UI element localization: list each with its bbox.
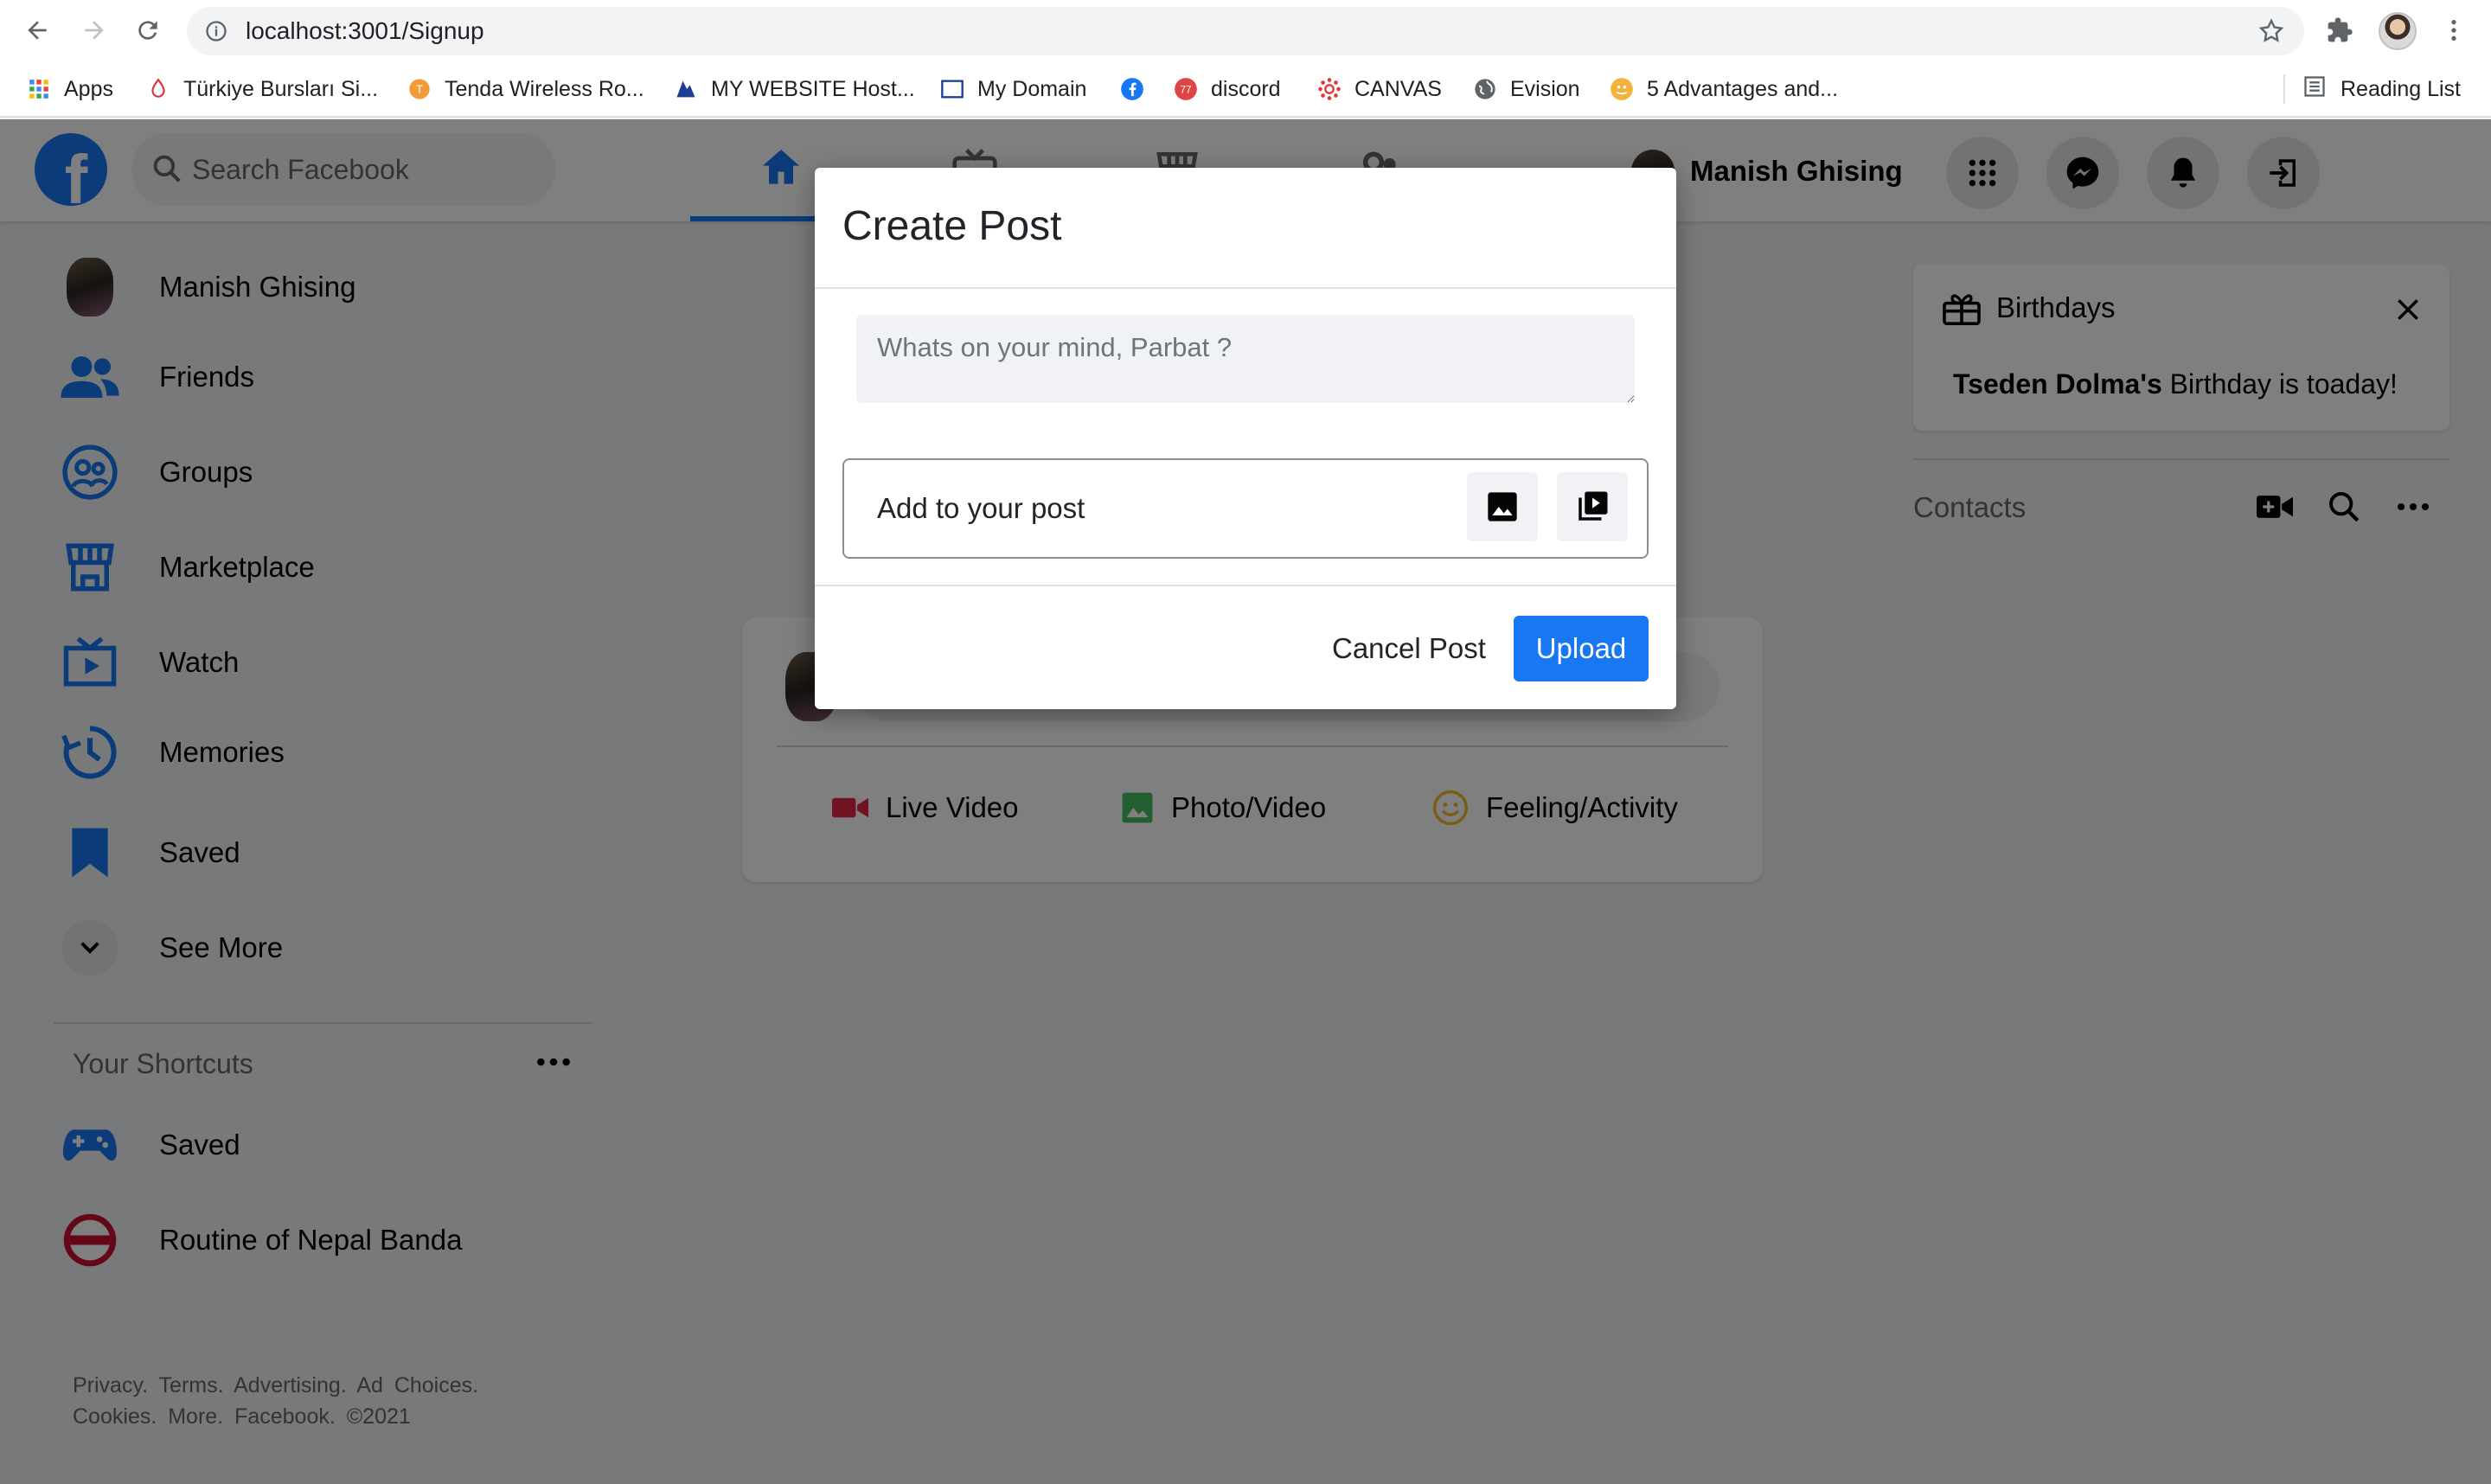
- facebook-icon: [1119, 76, 1145, 102]
- bookmark-evision[interactable]: Evision: [1472, 61, 1580, 118]
- bookmarks-bar: Apps Türkiye Bursları Si... T Tenda Wire…: [0, 61, 2491, 118]
- globe-icon: [1472, 76, 1498, 102]
- modal-divider: [815, 585, 1676, 586]
- add-image-button[interactable]: [1467, 472, 1538, 541]
- bookmark-discord[interactable]: 77 discord: [1173, 61, 1281, 118]
- bookmark-label: 5 Advantages and...: [1647, 76, 1839, 101]
- bookmarks-separator: [2283, 74, 2285, 104]
- modal-divider: [815, 287, 1676, 289]
- bookmark-turkiye-burslari[interactable]: Türkiye Bursları Si...: [145, 61, 378, 118]
- bookmark-label: MY WEBSITE Host...: [711, 76, 915, 101]
- bookmark-label: Tenda Wireless Ro...: [445, 76, 644, 101]
- add-to-post-label: Add to your post: [877, 492, 1085, 524]
- reading-list-button[interactable]: Reading List: [2302, 61, 2461, 118]
- modal-title: Create Post: [842, 203, 1062, 249]
- browser-toolbar: localhost:3001/Signup: [0, 0, 2491, 61]
- forward-button[interactable]: [76, 12, 112, 48]
- bookmark-label: CANVAS: [1354, 76, 1442, 101]
- cancel-post-button[interactable]: Cancel Post: [1316, 616, 1502, 681]
- add-to-post-box: Add to your post: [842, 458, 1649, 559]
- bookmark-star-icon[interactable]: [2257, 17, 2285, 45]
- bookmark-label: discord: [1211, 76, 1281, 101]
- add-video-button[interactable]: [1557, 472, 1628, 541]
- bookmark-hosting[interactable]: MY WEBSITE Host...: [673, 61, 915, 118]
- bookmark-tenda[interactable]: T Tenda Wireless Ro...: [407, 61, 644, 118]
- hosting-icon: [673, 76, 699, 102]
- browser-menu-icon[interactable]: [2436, 12, 2472, 48]
- article-icon: [1609, 76, 1635, 102]
- reload-button[interactable]: [130, 12, 166, 48]
- bookmark-label: Evision: [1510, 76, 1580, 101]
- bookmark-my-domain[interactable]: My Domain: [939, 61, 1086, 118]
- address-bar[interactable]: localhost:3001/Signup: [187, 7, 2304, 55]
- bookmark-facebook[interactable]: [1119, 61, 1157, 118]
- browser-profile-avatar[interactable]: [2379, 12, 2417, 50]
- url-text[interactable]: localhost:3001/Signup: [246, 7, 484, 55]
- svg-text:77: 77: [1181, 85, 1192, 96]
- bookmark-label: Türkiye Bursları Si...: [183, 76, 379, 101]
- discord-icon: 77: [1173, 76, 1199, 102]
- reading-list-icon: [2302, 74, 2327, 105]
- bookmark-label: Apps: [64, 76, 113, 101]
- reading-list-label: Reading List: [2341, 76, 2461, 101]
- create-post-modal: Create Post Add to your post Cancel Post…: [815, 168, 1676, 709]
- upload-button[interactable]: Upload: [1514, 616, 1649, 681]
- domain-icon: [939, 76, 965, 102]
- post-textarea[interactable]: [856, 315, 1635, 403]
- svg-text:T: T: [416, 83, 423, 96]
- bookmark-canvas[interactable]: CANVAS: [1316, 61, 1442, 118]
- tenda-icon: T: [407, 76, 432, 102]
- extensions-icon[interactable]: [2321, 12, 2358, 48]
- info-icon[interactable]: [204, 19, 228, 43]
- back-button[interactable]: [19, 12, 55, 48]
- canvas-icon: [1316, 76, 1342, 102]
- video-library-icon: [1578, 491, 1608, 521]
- apps-grid-icon: [26, 76, 52, 102]
- bookmark-label: My Domain: [977, 76, 1087, 101]
- image-icon: [1488, 492, 1517, 521]
- turkiye-burslari-icon: [145, 76, 171, 102]
- bookmark-article[interactable]: 5 Advantages and...: [1609, 61, 1838, 118]
- bookmark-apps[interactable]: Apps: [26, 61, 113, 118]
